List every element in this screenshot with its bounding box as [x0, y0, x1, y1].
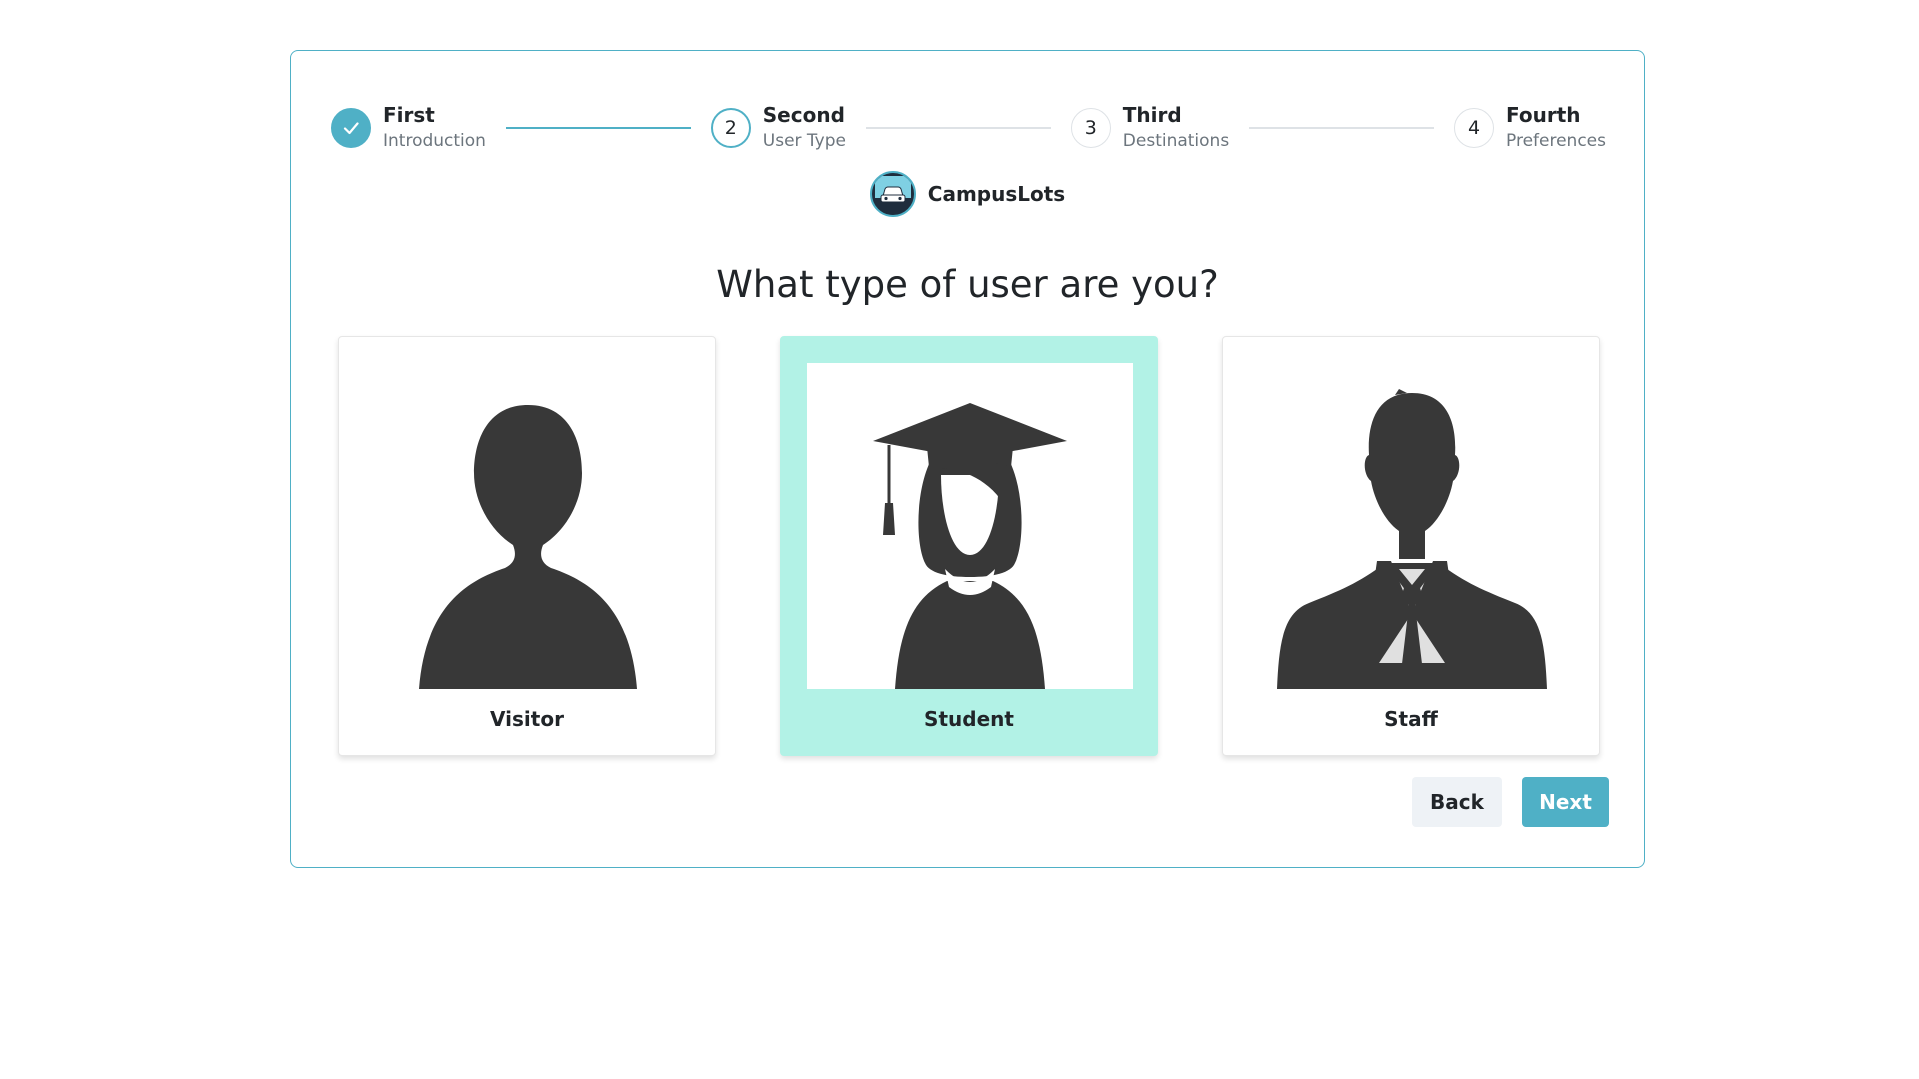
step-number: 4: [1454, 108, 1495, 148]
step-complete-check: [331, 108, 371, 148]
step-title: Third: [1122, 103, 1182, 127]
option-visitor[interactable]: Visitor: [338, 336, 716, 756]
option-staff[interactable]: Staff: [1222, 336, 1600, 756]
next-button[interactable]: Next: [1522, 777, 1609, 827]
person-silhouette-icon: [419, 405, 637, 689]
step-subtitle: Destinations: [1122, 131, 1230, 151]
businessman-silhouette-icon: [1277, 389, 1547, 689]
onboarding-card: First Introduction 2 Second User Type 3 …: [290, 50, 1645, 868]
step-number: 3: [1070, 108, 1111, 148]
step-connector: [1249, 127, 1435, 129]
option-label: Visitor: [490, 707, 564, 731]
stepper: First Introduction 2 Second User Type 3 …: [331, 93, 1606, 163]
option-image: [1249, 363, 1575, 689]
option-label: Staff: [1384, 707, 1438, 731]
car-icon: [874, 176, 911, 205]
step-title: First: [383, 103, 435, 127]
page-question: What type of user are you?: [716, 263, 1219, 306]
step-fourth[interactable]: 4 Fourth Preferences: [1454, 102, 1606, 154]
step-connector: [865, 127, 1051, 129]
step-number: 2: [710, 108, 751, 148]
step-subtitle: Introduction: [383, 131, 486, 151]
brand: CampusLots: [291, 171, 1644, 217]
option-image: [365, 363, 691, 689]
step-title: Second: [762, 103, 845, 127]
back-button[interactable]: Back: [1412, 777, 1502, 827]
option-image: [807, 363, 1133, 689]
step-title: Fourth: [1506, 103, 1581, 127]
graduate-silhouette-icon: [873, 403, 1067, 689]
step-subtitle: Preferences: [1506, 131, 1606, 151]
user-type-options: Visitor Student Staff: [338, 336, 1600, 756]
option-student[interactable]: Student: [780, 336, 1158, 756]
check-icon: [343, 122, 359, 135]
brand-name: CampusLots: [927, 182, 1066, 206]
step-connector: [505, 127, 691, 129]
brand-logo: [869, 171, 916, 217]
step-third[interactable]: 3 Third Destinations: [1070, 102, 1230, 154]
step-second[interactable]: 2 Second User Type: [710, 102, 846, 154]
option-label: Student: [924, 707, 1014, 731]
step-first[interactable]: First Introduction: [331, 102, 486, 154]
step-subtitle: User Type: [762, 131, 846, 151]
